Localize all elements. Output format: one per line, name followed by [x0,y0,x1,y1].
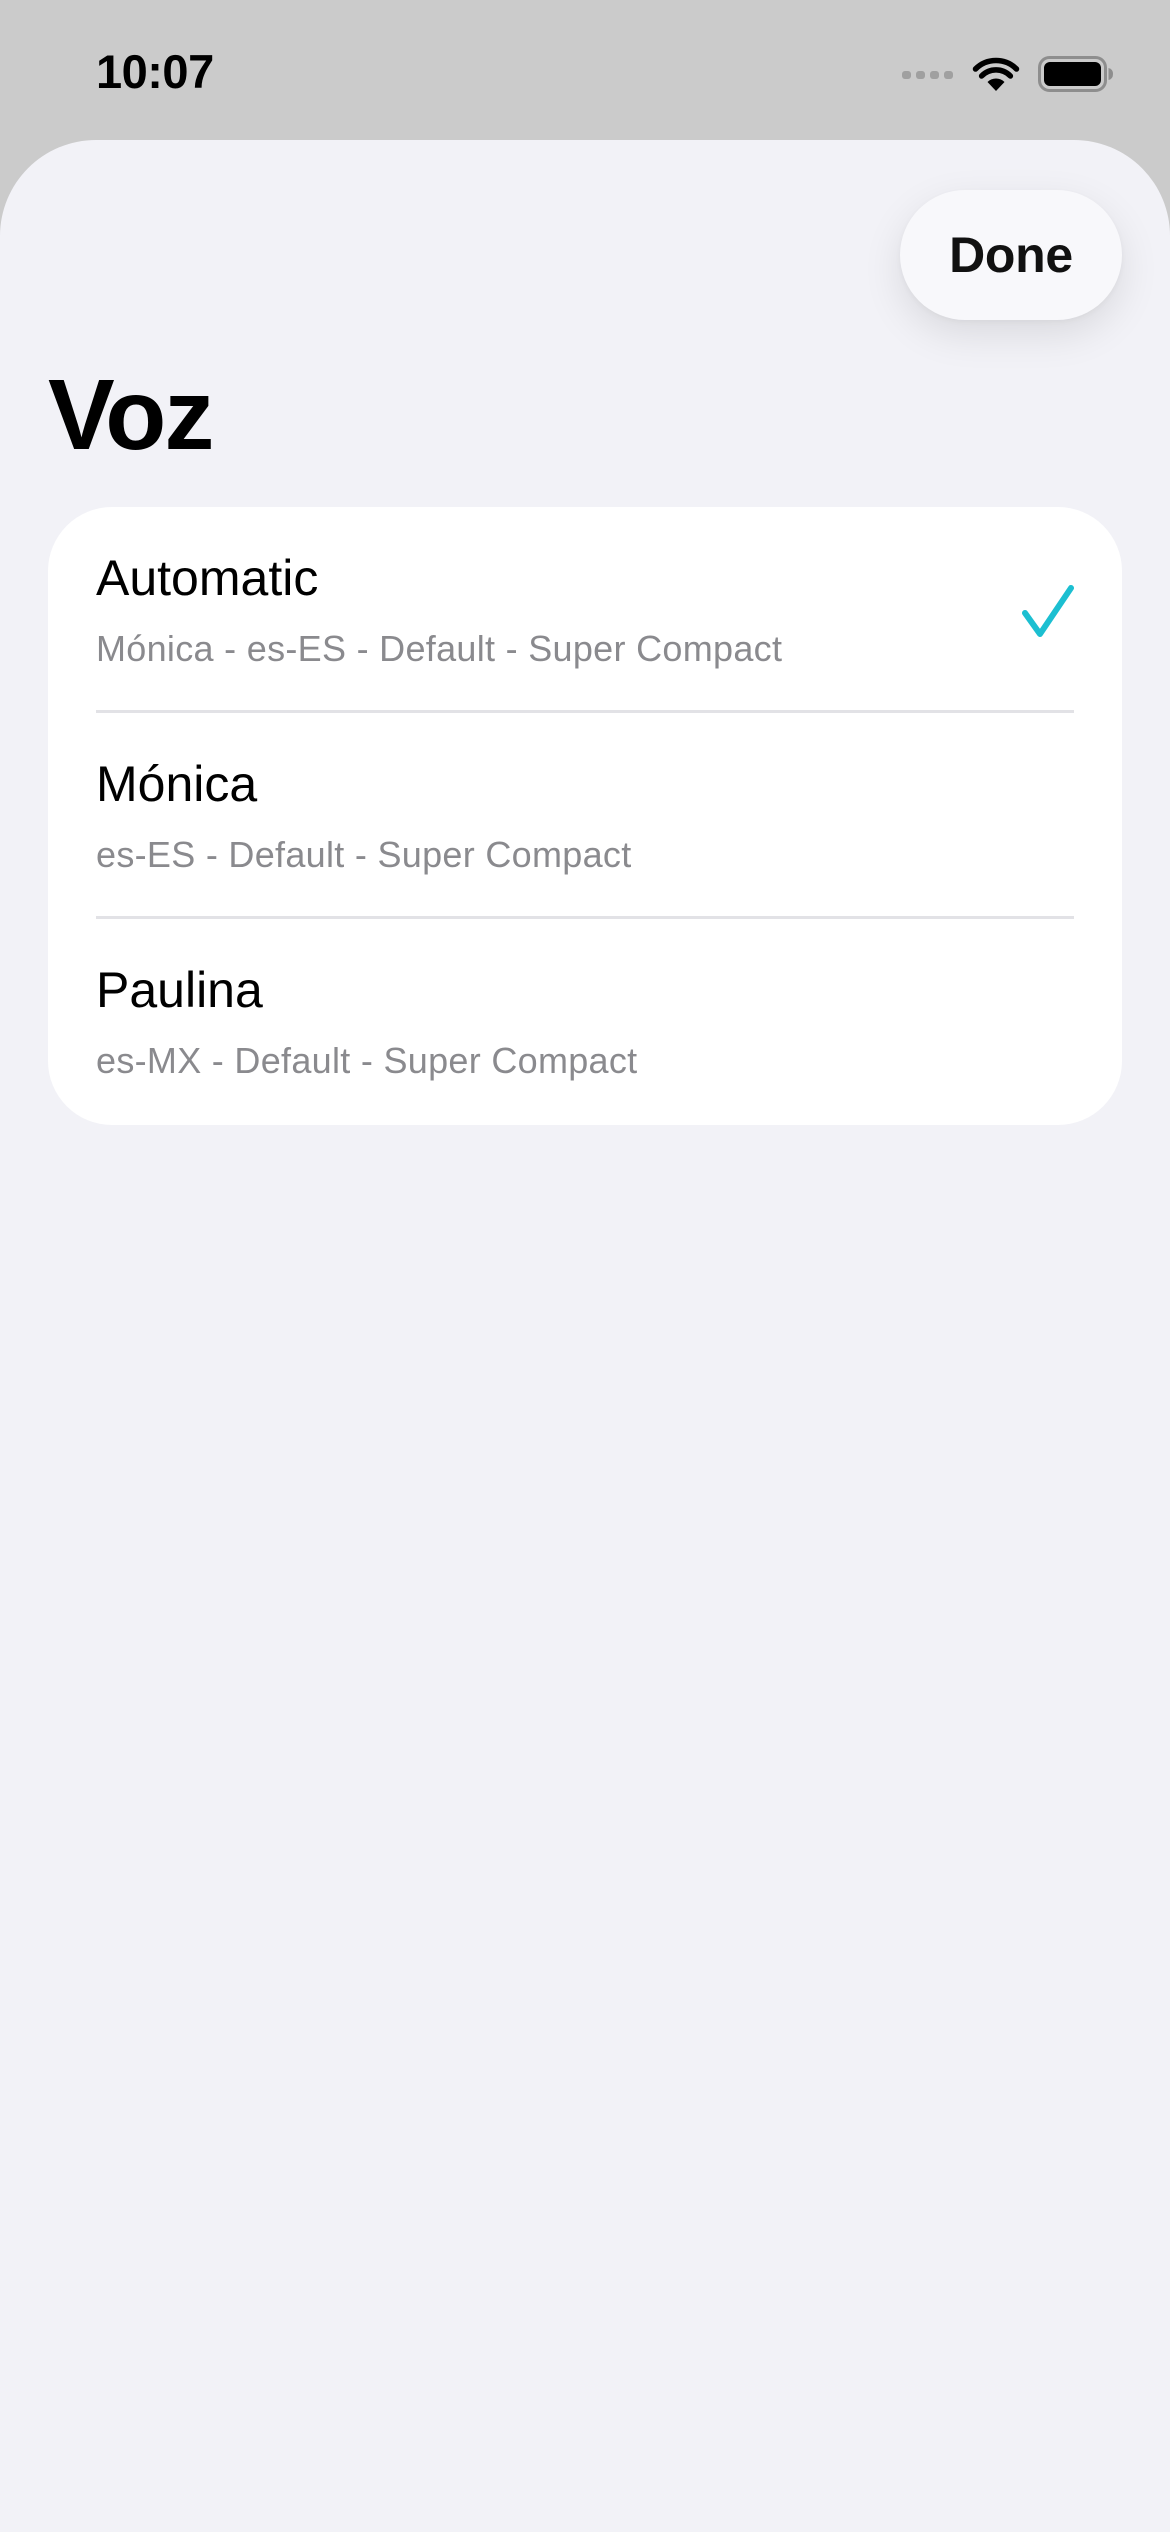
cellular-signal-icon [902,71,953,79]
checkmark-icon [1022,585,1074,637]
done-button[interactable]: Done [900,190,1122,320]
status-time: 10:07 [96,45,214,98]
voice-detail: Mónica - es-ES - Default - Super Compact [96,628,783,669]
voice-name: Mónica [96,756,258,812]
status-bar: 10:07 [0,0,1170,140]
status-icons [902,52,1114,96]
voice-option-monica[interactable]: Mónica es-ES - Default - Super Compact [48,713,1122,919]
voice-name: Automatic [96,550,319,606]
page-title: Voz [48,359,214,471]
voice-detail: es-MX - Default - Super Compact [96,1040,638,1081]
wifi-icon [972,57,1020,91]
voice-detail: es-ES - Default - Super Compact [96,834,632,875]
voice-option-automatic[interactable]: Automatic Mónica - es-ES - Default - Sup… [48,507,1122,713]
battery-icon [1038,56,1113,92]
voice-picker-sheet: Done Voz Automatic Mónica - es-ES - Defa… [0,140,1170,2532]
voice-option-paulina[interactable]: Paulina es-MX - Default - Super Compact [48,919,1122,1125]
voice-name: Paulina [96,962,263,1018]
voice-list: Automatic Mónica - es-ES - Default - Sup… [48,507,1122,1125]
